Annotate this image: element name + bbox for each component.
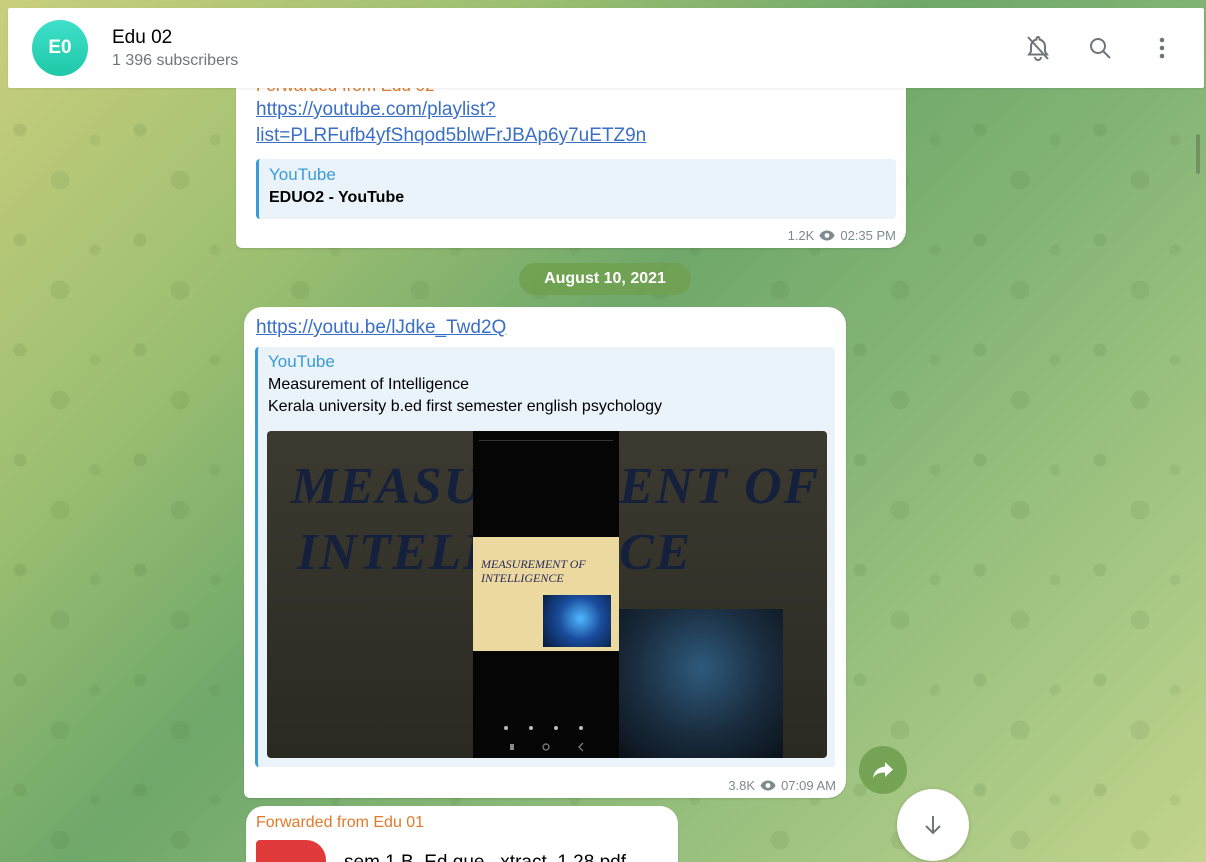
scroll-to-bottom-button[interactable]	[897, 789, 969, 861]
preview-title: Measurement of Intelligence	[268, 376, 469, 393]
thumbnail-text: CE	[619, 524, 693, 581]
phone-card: MEASUREMENT OF INTELLIGENCE	[473, 537, 619, 651]
more-vertical-icon	[1159, 37, 1165, 59]
search-icon	[1090, 38, 1111, 59]
message-link[interactable]: https://youtube.com/playlist?	[256, 99, 646, 121]
preview-description: Kerala university b.ed first semester en…	[268, 398, 662, 415]
preview-site-name: YouTube	[268, 352, 335, 371]
message-link[interactable]: list=PLRFufb4yfShqod5blwFrJBAp6y7uETZ9n	[256, 125, 646, 147]
message-time: 02:35 PM	[840, 228, 896, 243]
bell-off-icon	[1027, 35, 1049, 61]
chat-header[interactable]: E0 Edu 02 1 396 subscribers	[8, 8, 1204, 88]
header-actions	[996, 28, 1182, 68]
message-time: 07:09 AM	[781, 778, 836, 793]
file-name[interactable]: sem 1 B. Ed que...xtract_1.28.pdf	[344, 852, 626, 862]
arrow-down-icon	[925, 816, 941, 835]
pdf-file-icon[interactable]	[256, 840, 326, 862]
view-count: 1.2K	[787, 228, 815, 243]
eye-icon	[819, 230, 835, 241]
eye-icon	[760, 780, 776, 791]
message-link[interactable]: https://youtu.be/lJdke_Twd2Q	[256, 317, 506, 339]
chat-info[interactable]: Edu 02 1 396 subscribers	[112, 27, 238, 70]
share-button[interactable]	[859, 746, 907, 794]
view-count: 3.8K	[728, 778, 756, 793]
forward-arrow-icon	[873, 762, 893, 778]
link-preview[interactable]: YouTube EDUO2 - YouTube	[256, 159, 896, 219]
preview-title: EDUO2 - YouTube	[269, 189, 405, 206]
thumbnail-text: MEASU	[291, 458, 484, 515]
message-bubble[interactable]: Forwarded from Edu 02 https://youtube.co…	[236, 60, 906, 248]
subscriber-count: 1 396 subscribers	[112, 51, 239, 69]
video-thumbnail[interactable]: MEASU ENT OF INTELL CE MEASUREMENT OF IN…	[267, 431, 827, 758]
phone-card-text: MEASUREMENT OF INTELLIGENCE	[481, 557, 586, 585]
thumbnail-text: ENT OF	[619, 458, 821, 515]
forwarded-label[interactable]: Forwarded from Edu 01	[256, 814, 424, 832]
mute-button[interactable]	[1018, 28, 1058, 68]
brain-image-small	[543, 595, 611, 647]
search-button[interactable]	[1080, 28, 1120, 68]
message-meta: 3.8K 07:09 AM	[728, 778, 836, 793]
avatar[interactable]: E0	[32, 20, 88, 76]
phone-screenshot: MEASUREMENT OF INTELLIGENCE	[473, 431, 619, 758]
more-button[interactable]	[1142, 28, 1182, 68]
message-bubble[interactable]: Forwarded from Edu 01 sem 1 B. Ed que...…	[246, 806, 678, 862]
scrollbar[interactable]	[1196, 134, 1200, 174]
phone-nav-icons	[504, 726, 584, 752]
preview-site-name: YouTube	[269, 165, 336, 184]
message-meta: 1.2K 02:35 PM	[788, 228, 896, 243]
chat-title: Edu 02	[112, 26, 173, 48]
date-divider: August 10, 2021	[519, 263, 691, 295]
brain-image	[619, 609, 783, 758]
thumbnail-text: INTELL	[297, 524, 497, 581]
